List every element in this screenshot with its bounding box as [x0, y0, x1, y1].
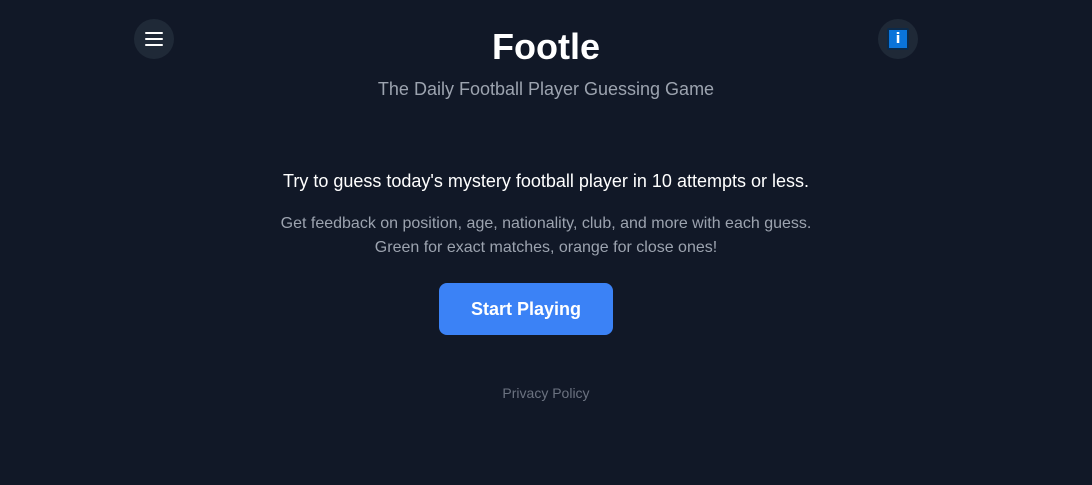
- intro-headline: Try to guess today's mystery football pl…: [283, 171, 809, 191]
- privacy-policy-link[interactable]: Privacy Policy: [502, 385, 589, 401]
- page-title: Footle: [492, 26, 600, 67]
- start-playing-button[interactable]: Start Playing: [439, 283, 613, 335]
- footer: Privacy Policy: [0, 384, 1092, 402]
- info-button[interactable]: i: [878, 19, 918, 59]
- description-line-1: Get feedback on position, age, nationali…: [280, 215, 812, 232]
- page-subtitle: The Daily Football Player Guessing Game: [377, 79, 715, 99]
- info-icon: i: [887, 28, 909, 50]
- landing-page: Footle i The Daily Football Player Guess…: [0, 0, 1092, 485]
- description-line-2: Green for exact matches, orange for clos…: [374, 239, 718, 256]
- intro-description: Get feedback on position, age, nationali…: [0, 212, 1092, 260]
